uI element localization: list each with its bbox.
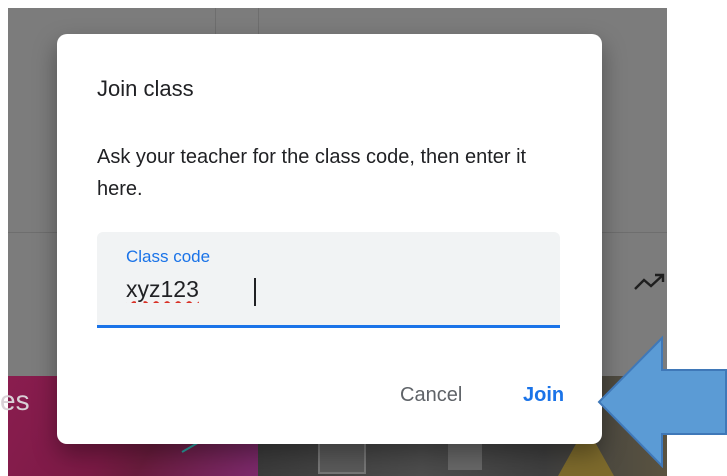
join-button[interactable]: Join xyxy=(517,380,570,411)
class-code-input[interactable] xyxy=(126,272,546,306)
trending-up-icon xyxy=(634,273,665,290)
text-cursor xyxy=(254,278,256,306)
class-code-label: Class code xyxy=(126,247,211,266)
dialog-instructions: Ask your teacher for the class code, the… xyxy=(97,146,527,200)
background-card-text: es xyxy=(0,385,30,416)
class-code-field[interactable]: Class code xyxy=(97,232,560,328)
arrow-left-icon xyxy=(597,335,727,468)
dialog-title: Join class xyxy=(97,76,194,101)
join-class-dialog: Join class Ask your teacher for the clas… xyxy=(57,34,602,444)
cancel-button[interactable]: Cancel xyxy=(394,380,468,411)
